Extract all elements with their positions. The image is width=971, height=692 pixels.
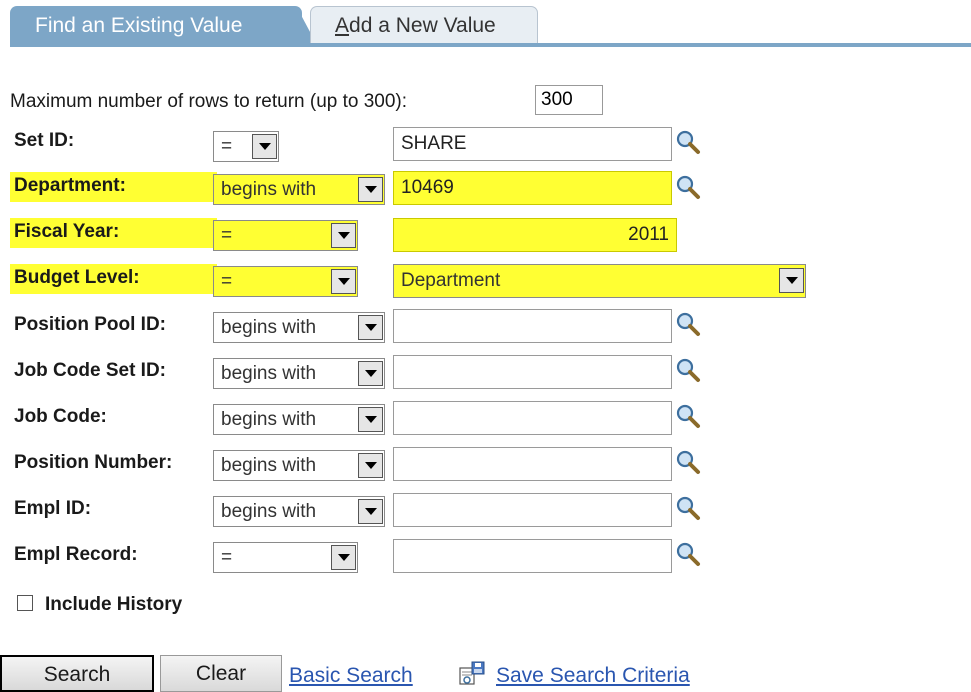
position-number-operator-value: begins with xyxy=(221,455,317,476)
magnifier-icon[interactable] xyxy=(675,174,701,200)
job-code-set-id-operator[interactable]: begins with xyxy=(213,358,385,389)
position-number-label: Position Number: xyxy=(14,452,173,473)
magnifier-icon[interactable] xyxy=(675,311,701,337)
job-code-operator[interactable]: begins with xyxy=(213,404,385,435)
set-id-operator-value: = xyxy=(221,136,233,157)
dropdown-arrow-icon[interactable] xyxy=(358,361,383,386)
max-rows-input[interactable]: 300 xyxy=(535,85,603,115)
search-button[interactable]: Search xyxy=(0,655,154,692)
position-pool-id-operator-value: begins with xyxy=(221,317,317,338)
empl-id-input[interactable] xyxy=(393,493,672,527)
dropdown-arrow-icon[interactable] xyxy=(358,177,383,202)
dropdown-arrow-icon[interactable] xyxy=(358,407,383,432)
basic-search-link[interactable]: Basic Search xyxy=(289,660,413,692)
save-search-criteria-link[interactable]: Save Search Criteria xyxy=(496,660,690,692)
empl-id-label: Empl ID: xyxy=(14,498,92,519)
dropdown-arrow-icon[interactable] xyxy=(358,453,383,478)
position-pool-id-operator[interactable]: begins with xyxy=(213,312,385,343)
position-pool-id-input[interactable] xyxy=(393,309,672,343)
budget-level-operator[interactable]: = xyxy=(213,266,358,297)
include-history-checkbox[interactable] xyxy=(17,595,33,611)
empl-record-operator-value: = xyxy=(221,547,233,568)
tab-find-existing-value-label: Find an Existing Value xyxy=(35,14,243,37)
budget-level-select[interactable]: Department xyxy=(393,264,806,298)
max-rows-label: Maximum number of rows to return (up to … xyxy=(10,91,408,112)
save-search-icon[interactable] xyxy=(458,660,486,688)
magnifier-icon[interactable] xyxy=(675,403,701,429)
fiscal-year-label: Fiscal Year: xyxy=(10,218,217,248)
job-code-operator-value: begins with xyxy=(221,409,317,430)
job-code-set-id-input[interactable] xyxy=(393,355,672,389)
empl-record-label: Empl Record: xyxy=(14,544,138,565)
budget-level-select-value: Department xyxy=(401,270,501,291)
position-pool-id-label: Position Pool ID: xyxy=(14,314,166,335)
include-history-label: Include History xyxy=(45,594,183,615)
position-number-input[interactable] xyxy=(393,447,672,481)
magnifier-icon[interactable] xyxy=(675,541,701,567)
tab-divider xyxy=(10,43,971,47)
tab-find-existing-value[interactable]: Find an Existing Value xyxy=(10,6,317,45)
job-code-set-id-label: Job Code Set ID: xyxy=(14,360,167,381)
department-label: Department: xyxy=(10,172,217,202)
set-id-operator[interactable]: = xyxy=(213,131,279,162)
fiscal-year-operator-value: = xyxy=(221,225,233,246)
clear-button[interactable]: Clear xyxy=(160,655,282,692)
dropdown-arrow-icon[interactable] xyxy=(331,269,356,294)
job-code-label: Job Code: xyxy=(14,406,107,427)
dropdown-arrow-icon[interactable] xyxy=(358,499,383,524)
set-id-label: Set ID: xyxy=(14,130,75,151)
empl-record-operator[interactable]: = xyxy=(213,542,358,573)
empl-record-input[interactable] xyxy=(393,539,672,573)
magnifier-icon[interactable] xyxy=(675,129,701,155)
dropdown-arrow-icon[interactable] xyxy=(779,268,804,293)
department-operator-value: begins with xyxy=(221,179,317,200)
dropdown-arrow-icon[interactable] xyxy=(331,545,356,570)
budget-level-label: Budget Level: xyxy=(10,264,217,294)
position-number-operator[interactable]: begins with xyxy=(213,450,385,481)
empl-id-operator-value: begins with xyxy=(221,501,317,522)
fiscal-year-operator[interactable]: = xyxy=(213,220,358,251)
department-input[interactable]: 10469 xyxy=(393,171,672,205)
tab-add-new-value-label: dd a New Value xyxy=(349,14,496,37)
job-code-set-id-operator-value: begins with xyxy=(221,363,317,384)
dropdown-arrow-icon[interactable] xyxy=(252,134,277,159)
tab-add-new-value[interactable]: Add a New Value xyxy=(310,6,538,44)
dropdown-arrow-icon[interactable] xyxy=(358,315,383,340)
magnifier-icon[interactable] xyxy=(675,495,701,521)
empl-id-operator[interactable]: begins with xyxy=(213,496,385,527)
magnifier-icon[interactable] xyxy=(675,449,701,475)
fiscal-year-input[interactable]: 2011 xyxy=(393,218,677,252)
dropdown-arrow-icon[interactable] xyxy=(331,223,356,248)
magnifier-icon[interactable] xyxy=(675,357,701,383)
budget-level-operator-value: = xyxy=(221,271,233,292)
set-id-input[interactable]: SHARE xyxy=(393,127,672,161)
tab-add-new-value-accesskey: A xyxy=(335,14,350,37)
department-operator[interactable]: begins with xyxy=(213,174,385,205)
job-code-input[interactable] xyxy=(393,401,672,435)
